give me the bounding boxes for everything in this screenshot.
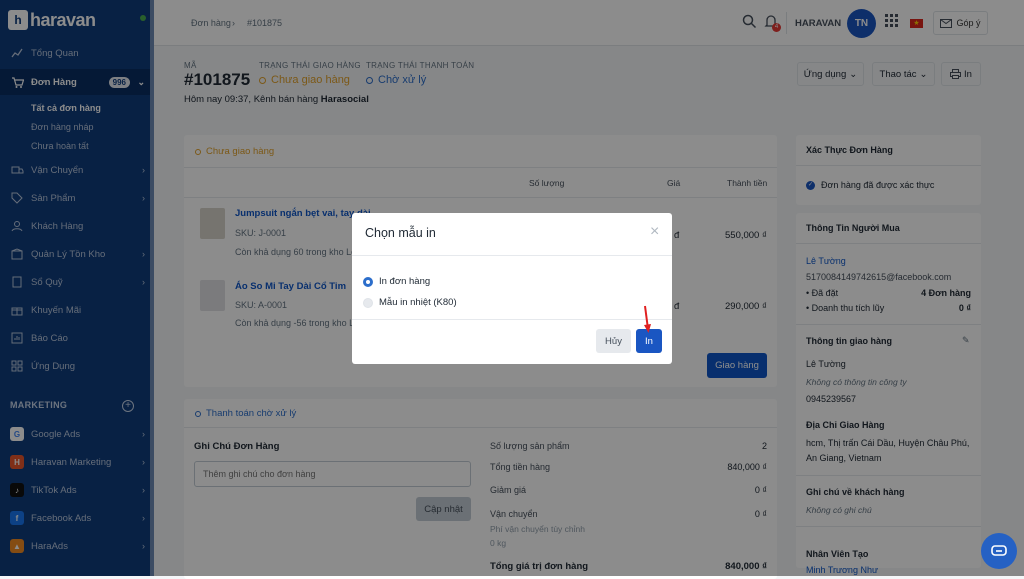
template-option-thermal[interactable]: Mẫu in nhiệt (K80) [363,297,457,308]
radio-unselected-icon[interactable] [363,297,373,308]
chat-icon [991,544,1007,556]
chat-bubble-button[interactable] [981,533,1017,569]
radio-selected-icon[interactable] [363,276,373,287]
cancel-button[interactable]: Hủy [596,329,631,353]
template-option-order[interactable]: In đơn hàng [363,276,430,287]
red-arrow-annotation [644,305,651,333]
print-template-modal: Chọn mẫu in × In đơn hàng Mẫu in nhiệt (… [352,213,672,364]
close-icon[interactable]: × [650,223,659,241]
modal-title: Chọn mẫu in [365,226,436,240]
